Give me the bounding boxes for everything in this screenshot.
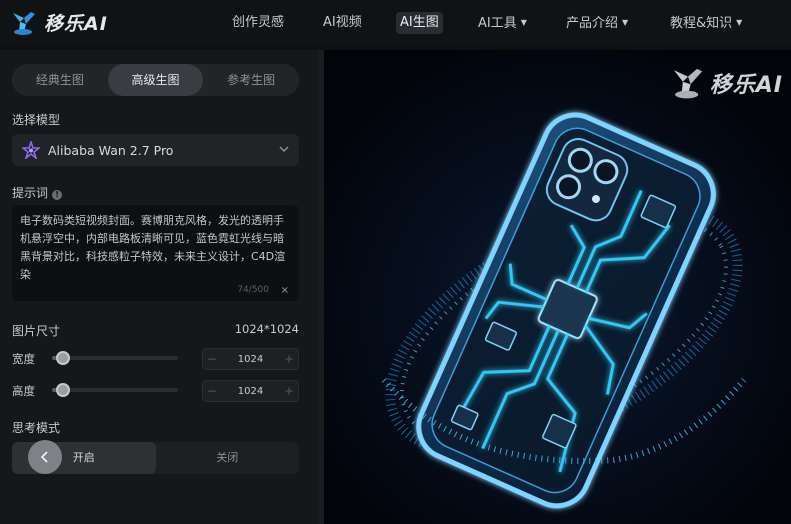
nav-item-ai-video[interactable]: AI视频 bbox=[323, 12, 362, 34]
nav-item-ai-tools[interactable]: AI工具 ▼ bbox=[478, 12, 527, 34]
image-size-label: 图片尺寸 bbox=[12, 324, 61, 338]
info-icon[interactable]: ! bbox=[52, 190, 63, 200]
height-slider[interactable] bbox=[52, 383, 178, 397]
nav-item-tutorials[interactable]: 教程&知识 ▼ bbox=[670, 12, 742, 34]
tab-reference[interactable]: 参考生图 bbox=[203, 64, 299, 96]
watermark: 移乐AI bbox=[670, 66, 783, 100]
nav-label: AI视频 bbox=[323, 15, 362, 30]
brand-logo-icon bbox=[13, 11, 35, 35]
model-label: 选择模型 bbox=[12, 113, 61, 127]
nav-label: 教程&知识 bbox=[670, 16, 733, 31]
width-decrement-button[interactable]: − bbox=[203, 352, 221, 366]
chevron-down-icon bbox=[279, 146, 289, 152]
top-navbar: 移乐AI 创作灵感 AI视频 AI生图 AI工具 ▼ 产品介绍 ▼ 教程&知识 ▼ bbox=[0, 0, 791, 46]
nav-item-ai-image[interactable]: AI生图 bbox=[396, 12, 443, 34]
prompt-label: 提示词 bbox=[12, 186, 49, 200]
tab-advanced[interactable]: 高级生图 bbox=[107, 64, 204, 96]
prompt-char-counter: 74/500 bbox=[237, 285, 269, 295]
wan-model-icon bbox=[22, 141, 40, 159]
prompt-text[interactable]: 电子数码类短视频封面。赛博朋克风格，发光的透明手机悬浮空中，内部电路板清晰可见，… bbox=[20, 212, 291, 284]
chevron-left-icon bbox=[40, 451, 48, 463]
width-slider[interactable] bbox=[52, 351, 178, 365]
brand-logo[interactable]: 移乐AI bbox=[10, 9, 108, 36]
collapse-panel-button[interactable] bbox=[28, 440, 62, 474]
nav-label: AI生图 bbox=[400, 15, 439, 30]
image-size-value: 1024*1024 bbox=[234, 322, 299, 336]
height-value[interactable]: 1024 bbox=[221, 386, 280, 397]
prompt-textarea[interactable]: 电子数码类短视频封面。赛博朋克风格，发光的透明手机悬浮空中，内部电路板清晰可见，… bbox=[12, 205, 299, 301]
nav-label: 创作灵感 bbox=[232, 15, 285, 30]
height-label: 高度 bbox=[12, 384, 35, 398]
width-stepper[interactable]: − 1024 + bbox=[202, 348, 299, 370]
nav-label: 产品介绍 bbox=[566, 16, 619, 31]
height-increment-button[interactable]: + bbox=[280, 384, 298, 398]
mode-tabs: 经典生图 高级生图 参考生图 bbox=[12, 64, 299, 96]
model-select[interactable]: Alibaba Wan 2.7 Pro bbox=[12, 134, 299, 166]
thinking-mode-label: 思考模式 bbox=[12, 421, 61, 435]
prompt-label-row: 提示词! bbox=[12, 184, 63, 201]
generated-image bbox=[324, 50, 791, 524]
clear-icon[interactable]: × bbox=[281, 285, 289, 296]
width-slider-thumb[interactable] bbox=[56, 351, 70, 365]
generated-image-preview[interactable]: 移乐AI bbox=[324, 50, 791, 524]
nav-label: AI工具 bbox=[478, 16, 517, 31]
height-stepper[interactable]: − 1024 + bbox=[202, 380, 299, 402]
brand-name: 移乐AI bbox=[44, 13, 108, 35]
width-value[interactable]: 1024 bbox=[221, 354, 280, 365]
tab-classic[interactable]: 经典生图 bbox=[12, 64, 108, 96]
model-name: Alibaba Wan 2.7 Pro bbox=[48, 142, 174, 158]
caret-down-icon: ▼ bbox=[520, 18, 527, 27]
nav-item-inspiration[interactable]: 创作灵感 bbox=[232, 12, 284, 34]
caret-down-icon: ▼ bbox=[622, 18, 629, 27]
nav-item-products[interactable]: 产品介绍 ▼ bbox=[566, 12, 628, 34]
watermark-logo-icon bbox=[673, 68, 702, 99]
caret-down-icon: ▼ bbox=[736, 18, 743, 27]
width-increment-button[interactable]: + bbox=[280, 352, 298, 366]
height-decrement-button[interactable]: − bbox=[203, 384, 221, 398]
thinking-mode-off[interactable]: 关闭 bbox=[156, 442, 300, 474]
height-slider-thumb[interactable] bbox=[56, 383, 70, 397]
settings-panel: 经典生图 高级生图 参考生图 选择模型 Alibaba Wan 2.7 Pro … bbox=[0, 50, 318, 524]
width-label: 宽度 bbox=[12, 352, 35, 366]
watermark-text: 移乐AI bbox=[709, 73, 783, 98]
